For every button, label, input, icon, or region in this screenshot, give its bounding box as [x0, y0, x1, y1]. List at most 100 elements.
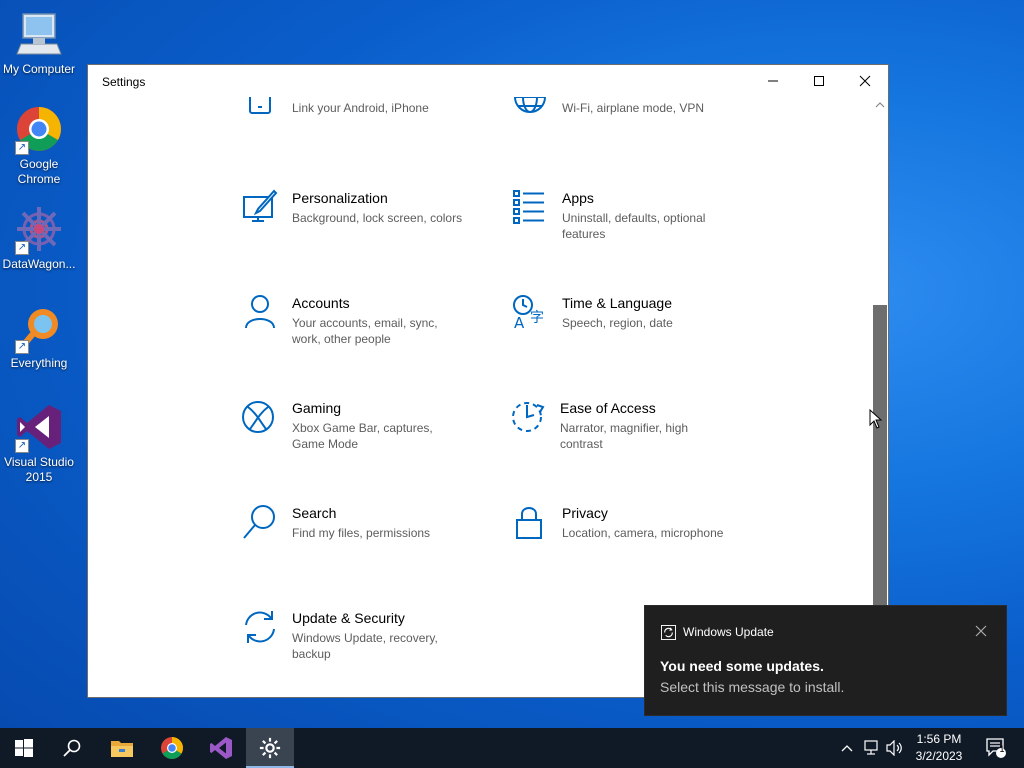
- datawagon-icon: ↗: [15, 205, 63, 255]
- shortcut-arrow-icon: ↗: [15, 241, 29, 255]
- tile-gaming[interactable]: Gaming Xbox Game Bar, captures, Game Mod…: [242, 399, 492, 452]
- globe-icon: [514, 97, 546, 113]
- shortcut-arrow-icon: ↗: [15, 439, 29, 453]
- tile-description: Windows Update, recovery, backup: [292, 631, 438, 661]
- desktop-icon-label: Visual Studio 2015: [4, 455, 74, 484]
- volume-tray-button[interactable]: [884, 728, 906, 768]
- close-button[interactable]: [842, 65, 888, 97]
- tile-description: Speech, region, date: [562, 316, 673, 330]
- maximize-button[interactable]: [796, 65, 842, 97]
- desktop-icon-visual-studio[interactable]: ↗ Visual Studio 2015: [0, 403, 78, 485]
- tile-description: Link your Android, iPhone: [292, 101, 429, 115]
- tile-description: Uninstall, defaults, optional features: [562, 211, 706, 241]
- tile-title: Personalization: [292, 190, 388, 206]
- svg-text:字: 字: [530, 310, 544, 326]
- action-center-button[interactable]: 1: [978, 728, 1014, 768]
- time-language-icon: A 字: [513, 295, 544, 330]
- window-title: Settings: [102, 75, 146, 89]
- svg-text:A: A: [514, 314, 525, 330]
- tile-title: Privacy: [562, 505, 608, 521]
- minimize-button[interactable]: [750, 65, 796, 97]
- taskbar: 1:56 PM 3/2/2023 1: [0, 728, 1024, 768]
- phone-icon: [249, 97, 271, 114]
- desktop-icon-label: My Computer: [2, 62, 76, 76]
- speaker-icon: [886, 740, 902, 756]
- tile-title: Ease of Access: [560, 400, 656, 416]
- tile-description: Your accounts, email, sync, work, other …: [292, 316, 438, 346]
- tile-apps[interactable]: Apps Uninstall, defaults, optional featu…: [512, 189, 762, 242]
- gear-icon: [259, 737, 281, 759]
- tile-description: Location, camera, microphone: [562, 526, 724, 540]
- windows-update-icon: [661, 625, 676, 640]
- notification-close-icon[interactable]: [974, 624, 988, 638]
- taskbar-chrome[interactable]: [148, 728, 196, 768]
- visual-studio-icon: [210, 737, 232, 759]
- taskbar-clock[interactable]: 1:56 PM 3/2/2023: [908, 731, 970, 765]
- folder-icon: [111, 741, 133, 757]
- notification-app-name: Windows Update: [683, 625, 774, 639]
- tile-title: Gaming: [292, 400, 342, 416]
- windows-update-notification[interactable]: Windows Update You need some updates. Se…: [644, 605, 1007, 716]
- show-hidden-icons-button[interactable]: [838, 728, 856, 768]
- notification-subtext: Select this message to install.: [660, 679, 845, 695]
- tile-title: Time & Language: [562, 295, 672, 311]
- desktop-icon-google-chrome[interactable]: ↗ Google Chrome: [0, 105, 78, 187]
- tile-title: Update & Security: [292, 610, 405, 626]
- desktop-icon-label: Google Chrome: [17, 157, 61, 186]
- tile-title: Accounts: [292, 295, 350, 311]
- tile-description: Wi-Fi, airplane mode, VPN: [562, 101, 705, 115]
- taskbar-file-explorer[interactable]: [98, 728, 146, 768]
- desktop-icon-label: DataWagon...: [2, 257, 76, 271]
- desktop-icon-everything[interactable]: ↗ Everything: [0, 304, 78, 371]
- xbox-icon: [242, 401, 274, 433]
- settings-window: Settings Link your Android, iPhone Wi-Fi…: [87, 64, 889, 698]
- desktop-icon-datawagon[interactable]: ↗ DataWagon...: [0, 205, 78, 272]
- tile-accounts[interactable]: Accounts Your accounts, email, sync, wor…: [242, 294, 492, 347]
- tile-description: Xbox Game Bar, captures, Game Mode: [292, 421, 433, 451]
- network-icon: [864, 740, 878, 755]
- lock-icon: [516, 507, 542, 539]
- tile-description: Find my files, permissions: [292, 526, 431, 540]
- shortcut-arrow-icon: ↗: [15, 340, 29, 354]
- desktop-icon-my-computer[interactable]: My Computer: [0, 10, 78, 77]
- mouse-cursor-icon: [869, 409, 883, 429]
- everything-icon: ↗: [15, 304, 63, 354]
- maximize-icon: [814, 76, 824, 86]
- taskbar-settings[interactable]: [246, 728, 294, 768]
- search-icon: [243, 505, 275, 539]
- chrome-icon: [161, 737, 183, 759]
- taskbar-visual-studio[interactable]: [197, 728, 245, 768]
- personalization-icon: [243, 189, 278, 222]
- close-icon: [859, 75, 871, 87]
- tile-title: Apps: [562, 190, 594, 206]
- chrome-icon: ↗: [15, 105, 63, 155]
- tile-privacy[interactable]: Privacy Location, camera, microphone: [512, 504, 762, 541]
- tile-search[interactable]: Search Find my files, permissions: [242, 504, 492, 541]
- clock-date: 3/2/2023: [915, 749, 963, 763]
- shortcut-arrow-icon: ↗: [15, 141, 29, 155]
- chevron-up-icon: [841, 745, 853, 752]
- tile-personalization[interactable]: Personalization Background, lock screen,…: [242, 189, 492, 226]
- ease-of-access-icon: [512, 402, 545, 432]
- clock-time: 1:56 PM: [916, 732, 962, 746]
- tile-description: Narrator, magnifier, high contrast: [560, 421, 689, 451]
- tile-network[interactable]: Wi-Fi, airplane mode, VPN: [512, 97, 762, 116]
- start-button[interactable]: [0, 728, 48, 768]
- apps-icon: [513, 190, 544, 224]
- tile-phone[interactable]: Link your Android, iPhone: [242, 97, 492, 116]
- notification-message: You need some updates.: [660, 658, 824, 674]
- tile-ease-of-access[interactable]: Ease of Access Narrator, magnifier, high…: [510, 399, 760, 452]
- computer-icon: [15, 10, 63, 58]
- scroll-up-arrow-icon[interactable]: [875, 101, 885, 109]
- network-tray-button[interactable]: [860, 728, 882, 768]
- search-button[interactable]: [48, 728, 96, 768]
- visual-studio-icon: ↗: [15, 403, 63, 453]
- tile-time-language[interactable]: A 字 Time & Language Speech, region, date: [512, 294, 762, 331]
- search-icon: [63, 739, 81, 757]
- tile-update-security[interactable]: Update & Security Windows Update, recove…: [242, 609, 492, 662]
- title-bar[interactable]: Settings: [88, 65, 888, 97]
- tile-title: Search: [292, 505, 337, 521]
- minimize-icon: [768, 80, 778, 82]
- windows-logo-icon: [15, 739, 33, 757]
- tile-description: Background, lock screen, colors: [292, 211, 463, 225]
